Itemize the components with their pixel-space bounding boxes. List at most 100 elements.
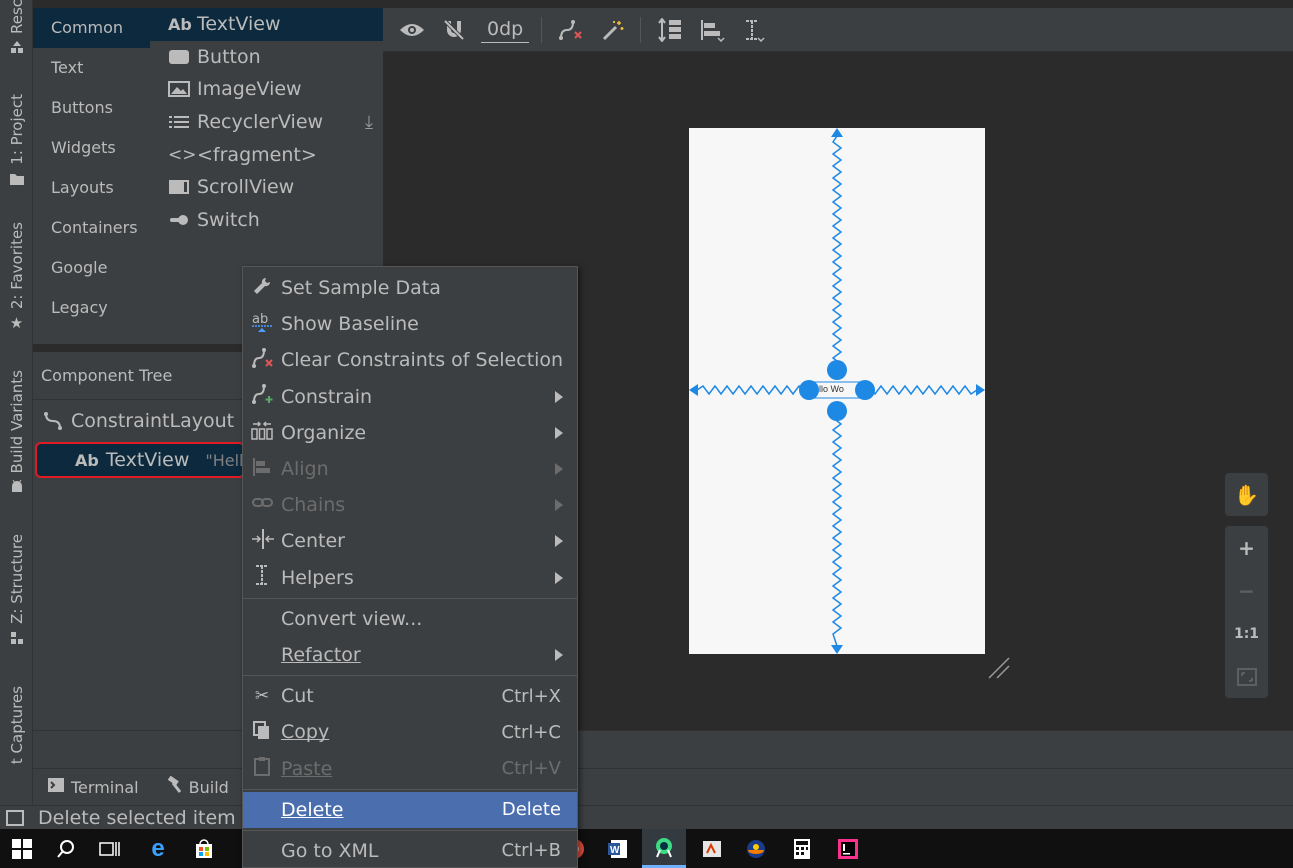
infer-constraints-button[interactable]	[598, 15, 628, 45]
zoom-in-button[interactable]: +	[1225, 526, 1268, 569]
menu-item-refactor[interactable]: Refactor	[243, 637, 577, 673]
android-icon	[11, 480, 22, 493]
project-tab[interactable]: 1: Project	[0, 94, 33, 187]
palette-item-recyclerview[interactable]: RecyclerView ⤓	[150, 106, 383, 139]
menu-item-go-to-xml[interactable]: Go to XML Ctrl+B	[243, 833, 577, 868]
palette-category-legacy[interactable]: Legacy	[33, 288, 150, 328]
constraint-handle-right	[855, 380, 875, 400]
start-button[interactable]	[0, 829, 44, 868]
menu-item-align[interactable]: Align	[243, 451, 577, 487]
tool-windows-toggle-icon[interactable]	[6, 809, 24, 826]
palette-category-text[interactable]: Text	[33, 48, 150, 88]
default-margin-dropdown[interactable]: 0dp	[481, 17, 530, 43]
resource-manager-tab[interactable]: Resc	[0, 0, 33, 56]
pack-icon	[658, 17, 682, 42]
bottom-anchor-arrow	[831, 645, 843, 654]
zoom-out-button[interactable]: −	[1225, 569, 1268, 612]
palette-item-textview[interactable]: Ab TextView	[150, 8, 383, 41]
textview-preview-text[interactable]: llo Wo	[819, 384, 844, 394]
clear-constraints-button[interactable]	[556, 15, 586, 45]
right-anchor-arrow	[976, 384, 985, 396]
palette-item-switch[interactable]: Switch	[150, 204, 383, 237]
autoconnect-toggle[interactable]	[439, 15, 469, 45]
status-text: Delete selected item	[38, 806, 236, 829]
menu-item-constrain[interactable]: Constrain	[243, 379, 577, 415]
task-view-button[interactable]	[88, 829, 132, 868]
plus-icon: +	[1238, 535, 1255, 560]
download-icon[interactable]: ⤓	[365, 112, 373, 133]
device-preview[interactable]: llo Wo	[689, 128, 985, 654]
terminal-tab[interactable]: Terminal	[47, 777, 139, 797]
view-options-button[interactable]	[397, 15, 427, 45]
palette-item-label: ImageView	[197, 78, 302, 101]
captures-tab-label: t Captures	[7, 686, 26, 765]
constrain-icon	[251, 383, 273, 410]
guidelines-button[interactable]	[739, 15, 769, 45]
menu-item-label: Set Sample Data	[281, 277, 441, 300]
menu-item-center[interactable]: Center	[243, 523, 577, 559]
palette-category-buttons[interactable]: Buttons	[33, 88, 150, 128]
menu-item-helpers[interactable]: Helpers	[243, 560, 577, 596]
list-icon	[169, 116, 189, 129]
menu-item-delete[interactable]: Delete Delete	[243, 791, 577, 828]
zoom-control-box: + − 1:1	[1225, 526, 1268, 698]
app-taskbar-button[interactable]	[690, 829, 734, 868]
palette-category-widgets[interactable]: Widgets	[33, 128, 150, 168]
scissors-icon: ✂	[254, 686, 270, 707]
pan-button[interactable]: ✋	[1225, 473, 1268, 516]
palette-item-button[interactable]: Button	[150, 41, 383, 74]
menu-separator	[243, 597, 577, 599]
align-icon	[251, 456, 273, 483]
palette-category-containers[interactable]: Containers	[33, 208, 150, 248]
build-variants-tab[interactable]: Build Variants	[0, 370, 33, 495]
app-icon	[703, 840, 721, 857]
intellij-taskbar-button[interactable]	[826, 829, 870, 868]
menu-item-clear-constraints[interactable]: Clear Constraints of Selection	[243, 342, 577, 378]
menu-item-convert-view[interactable]: Convert view...	[243, 601, 577, 637]
submenu-arrow-icon	[555, 463, 563, 476]
favorites-tab[interactable]: 2: Favorites ★	[0, 222, 33, 331]
tree-item-textview[interactable]: Ab TextView "Hello	[35, 442, 253, 478]
captures-tab[interactable]: t Captures	[0, 686, 33, 764]
android-studio-taskbar-button[interactable]	[642, 829, 686, 868]
menu-item-chains[interactable]: Chains	[243, 487, 577, 523]
menu-item-paste[interactable]: Paste Ctrl+V	[243, 750, 577, 786]
store-taskbar-button[interactable]	[182, 829, 226, 868]
structure-tab[interactable]: Z: Structure	[0, 534, 33, 646]
palette-category-layouts[interactable]: Layouts	[33, 168, 150, 208]
calculator-taskbar-button[interactable]	[780, 829, 824, 868]
palette-item-scrollview[interactable]: ScrollView	[150, 171, 383, 204]
menu-item-cut[interactable]: ✂ Cut Ctrl+X	[243, 678, 577, 714]
palette-item-imageview[interactable]: ImageView	[150, 73, 383, 106]
menu-item-show-baseline[interactable]: ab Show Baseline	[243, 306, 577, 342]
eye-icon	[400, 23, 424, 36]
palette-category-google[interactable]: Google	[33, 248, 150, 288]
palette-item-label: ScrollView	[197, 176, 295, 199]
align-button[interactable]	[697, 15, 727, 45]
menu-item-organize[interactable]: Organize	[243, 415, 577, 451]
resize-handle-icon[interactable]	[987, 656, 1011, 680]
zoom-to-fit-button[interactable]	[1225, 655, 1268, 698]
toolbar-divider	[541, 16, 543, 43]
menu-item-label: Delete	[281, 798, 344, 821]
paste-icon	[251, 756, 273, 781]
word-icon: W	[608, 839, 627, 858]
menu-item-label: Helpers	[281, 566, 354, 589]
toolbar-divider	[640, 16, 642, 43]
palette-item-fragment[interactable]: <> <fragment>	[150, 138, 383, 171]
search-button[interactable]	[44, 829, 88, 868]
menu-item-copy[interactable]: Copy Ctrl+C	[243, 714, 577, 750]
menu-item-label: Clear Constraints of Selection	[281, 349, 564, 372]
menu-item-set-sample-data[interactable]: Set Sample Data	[243, 270, 577, 306]
build-tab[interactable]: Build	[165, 775, 229, 798]
edge-taskbar-button[interactable]: e	[136, 829, 180, 868]
magic-wand-icon	[603, 20, 624, 40]
pack-button[interactable]	[655, 15, 685, 45]
image-icon	[168, 81, 190, 98]
palette-category-common[interactable]: Common	[33, 8, 150, 48]
align-left-icon	[701, 19, 725, 42]
browser-taskbar-button[interactable]	[734, 829, 778, 868]
word-taskbar-button[interactable]: W	[596, 829, 640, 868]
zoom-actual-size-button[interactable]: 1:1	[1225, 612, 1268, 655]
wrench-icon	[251, 277, 273, 300]
